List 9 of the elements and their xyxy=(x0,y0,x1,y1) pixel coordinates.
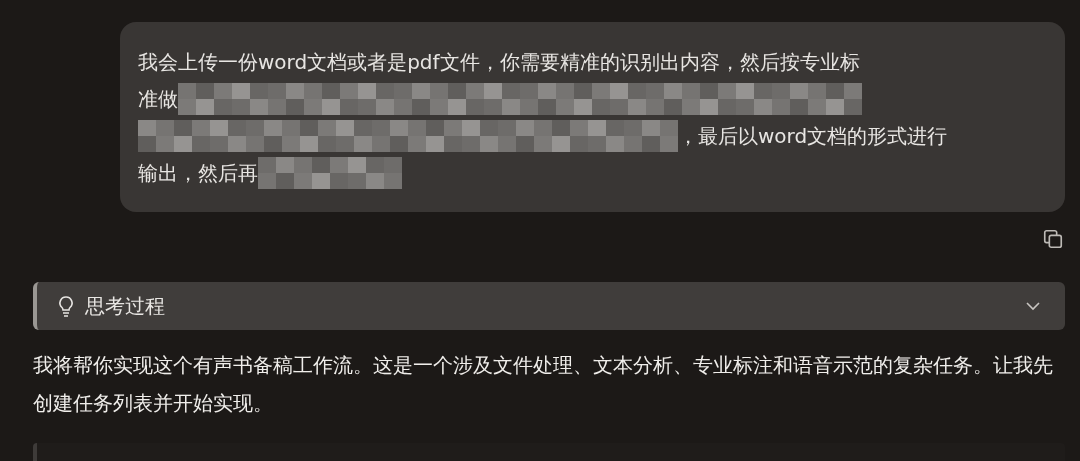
copy-icon[interactable] xyxy=(1042,228,1064,250)
message-text: 输出，然后再 xyxy=(138,159,258,187)
reply-text: 我将帮你实现这个有声书备稿工作流。这是一个涉及文件处理、文本分析、专业标注和语音示范的复杂任务。让我先创建任务列表并开始实现。 xyxy=(32,352,1054,417)
message-text: ，最后以word文档的形式进行 xyxy=(678,122,948,150)
message-text: 我会上传一份word文档或者是pdf文件，你需要精准的识别出内容，然后按专业标 xyxy=(138,48,860,76)
thinking-toggle[interactable]: 思考过程 xyxy=(33,282,1065,330)
lightbulb-icon xyxy=(57,295,75,317)
message-text: 准做 xyxy=(138,85,178,113)
chevron-icon xyxy=(1025,301,1041,311)
